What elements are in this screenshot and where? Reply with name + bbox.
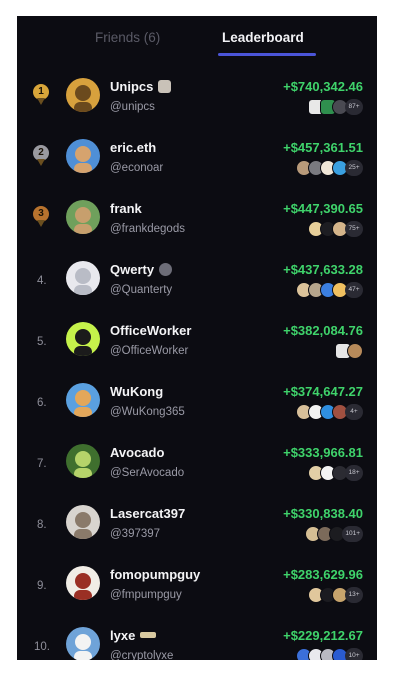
user-name-line[interactable]: Qwerty — [110, 262, 173, 277]
pnl-value: +$374,647.27 — [283, 384, 363, 399]
user-name-line[interactable]: OfficeWorker — [110, 323, 191, 338]
user-name-line[interactable]: frank — [110, 201, 142, 216]
avatar[interactable] — [66, 627, 100, 660]
avatar[interactable] — [66, 261, 100, 295]
leaderboard-row[interactable]: 2 eric.eth @econoar +$457,361.51 25+ — [17, 127, 377, 188]
avatar[interactable] — [66, 139, 100, 173]
user-name-line[interactable]: eric.eth — [110, 140, 156, 155]
user-handle: @frankdegods — [110, 223, 185, 235]
user-name[interactable]: Unipcs — [110, 79, 153, 94]
holdings-chips[interactable]: 18+ — [308, 464, 363, 482]
avatar[interactable] — [66, 78, 100, 112]
holdings-chips[interactable]: 75+ — [308, 220, 363, 238]
leaderboard-list: 1 Unipcs @unipcs +$740,342.46 87+ 2 eric.eth @e… — [17, 66, 377, 660]
holdings-chips[interactable]: 13+ — [308, 586, 363, 604]
holdings-chips[interactable]: 25+ — [296, 159, 363, 177]
pnl-value: +$437,633.28 — [283, 262, 363, 277]
user-name-line[interactable]: fomopumpguy — [110, 567, 200, 582]
more-holdings-count: 101+ — [342, 526, 363, 542]
tab-friends[interactable]: Friends (6) — [95, 30, 160, 45]
more-holdings-count: 25+ — [345, 160, 363, 176]
user-name[interactable]: Avocado — [110, 445, 164, 460]
bronze-medal-icon: 3 — [33, 206, 51, 228]
active-tab-indicator — [218, 53, 316, 56]
holdings-chips[interactable]: 4+ — [296, 403, 363, 421]
user-name[interactable]: OfficeWorker — [110, 323, 191, 338]
round-badge-icon — [159, 263, 173, 276]
holdings-chips[interactable]: 10+ — [296, 647, 363, 660]
user-name-line[interactable]: Avocado — [110, 445, 164, 460]
leaderboard-row[interactable]: 6. WuKong @WuKong365 +$374,647.27 4+ — [17, 371, 377, 432]
more-holdings-count: 18+ — [345, 465, 363, 481]
user-name[interactable]: Lasercat397 — [110, 506, 185, 521]
rank-number: 10. — [34, 641, 50, 653]
rank-number: 4. — [37, 275, 47, 287]
avatar[interactable] — [66, 322, 100, 356]
rank-number: 8. — [37, 519, 47, 531]
user-name[interactable]: WuKong — [110, 384, 163, 399]
user-name[interactable]: fomopumpguy — [110, 567, 200, 582]
more-holdings-count: 10+ — [345, 648, 363, 660]
user-handle: @397397 — [110, 528, 161, 540]
pnl-value: +$447,390.65 — [283, 201, 363, 216]
user-name-line[interactable]: Unipcs — [110, 79, 172, 94]
pug-emoji-badge-icon — [158, 80, 172, 93]
user-name[interactable]: Qwerty — [110, 262, 154, 277]
leaderboard-row[interactable]: 9. fomopumpguy @fmpumpguy +$283,629.96 13+ — [17, 554, 377, 615]
tab-leaderboard[interactable]: Leaderboard — [222, 30, 304, 45]
pnl-value: +$229,212.67 — [283, 628, 363, 643]
gold-medal-icon: 1 — [33, 84, 51, 106]
avatar[interactable] — [66, 444, 100, 478]
avatar[interactable] — [66, 383, 100, 417]
rank-number: 7. — [37, 458, 47, 470]
user-handle: @econoar — [110, 162, 164, 174]
rank-number: 6. — [37, 397, 47, 409]
pnl-value: +$382,084.76 — [283, 323, 363, 338]
leaderboard-row[interactable]: 8. Lasercat397 @397397 +$330,838.40 101+ — [17, 493, 377, 554]
avatar[interactable] — [66, 566, 100, 600]
user-handle: @fmpumpguy — [110, 589, 182, 601]
pnl-value: +$740,342.46 — [283, 79, 363, 94]
pnl-value: +$330,838.40 — [283, 506, 363, 521]
rank-number: 5. — [37, 336, 47, 348]
avatar[interactable] — [66, 505, 100, 539]
holdings-chips[interactable]: 87+ — [308, 98, 363, 116]
silver-medal-icon: 2 — [33, 145, 51, 167]
leaderboard-row[interactable]: 7. Avocado @SerAvocado +$333,966.81 18+ — [17, 432, 377, 493]
wing-badge-icon — [140, 632, 157, 638]
user-name-line[interactable]: Lasercat397 — [110, 506, 185, 521]
user-handle: @Quanterty — [110, 284, 173, 296]
user-handle: @OfficeWorker — [110, 345, 189, 357]
leaderboard-row[interactable]: 3 frank @frankdegods +$447,390.65 75+ — [17, 188, 377, 249]
avatar[interactable] — [66, 200, 100, 234]
pnl-value: +$333,966.81 — [283, 445, 363, 460]
user-handle: @unipcs — [110, 101, 155, 113]
user-name-line[interactable]: WuKong — [110, 384, 163, 399]
more-holdings-count: 87+ — [345, 99, 363, 115]
user-handle: @SerAvocado — [110, 467, 185, 479]
holdings-chips[interactable] — [335, 342, 363, 360]
more-holdings-count: 4+ — [345, 404, 363, 420]
rank-number: 9. — [37, 580, 47, 592]
user-name-line[interactable]: lyxe — [110, 628, 157, 643]
leaderboard-row[interactable]: 4. Qwerty @Quanterty +$437,633.28 47+ — [17, 249, 377, 310]
user-handle: @WuKong365 — [110, 406, 185, 418]
pnl-value: +$457,361.51 — [283, 140, 363, 155]
more-holdings-count: 75+ — [345, 221, 363, 237]
more-holdings-count: 47+ — [345, 282, 363, 298]
tab-bar: Friends (6) Leaderboard — [17, 16, 377, 66]
holdings-chips[interactable]: 47+ — [296, 281, 363, 299]
leaderboard-row[interactable]: 1 Unipcs @unipcs +$740,342.46 87+ — [17, 66, 377, 127]
leaderboard-row[interactable]: 10. lyxe @cryptolyxe +$229,212.67 10+ — [17, 615, 377, 660]
leaderboard-row[interactable]: 5. OfficeWorker @OfficeWorker +$382,084.76 — [17, 310, 377, 371]
token-icon — [347, 343, 363, 359]
user-name[interactable]: eric.eth — [110, 140, 156, 155]
holdings-chips[interactable]: 101+ — [305, 525, 363, 543]
app-screen: Friends (6) Leaderboard 1 Unipcs @unipcs +$… — [17, 16, 377, 660]
more-holdings-count: 13+ — [345, 587, 363, 603]
pnl-value: +$283,629.96 — [283, 567, 363, 582]
user-handle: @cryptolyxe — [110, 650, 174, 660]
user-name[interactable]: lyxe — [110, 628, 135, 643]
user-name[interactable]: frank — [110, 201, 142, 216]
